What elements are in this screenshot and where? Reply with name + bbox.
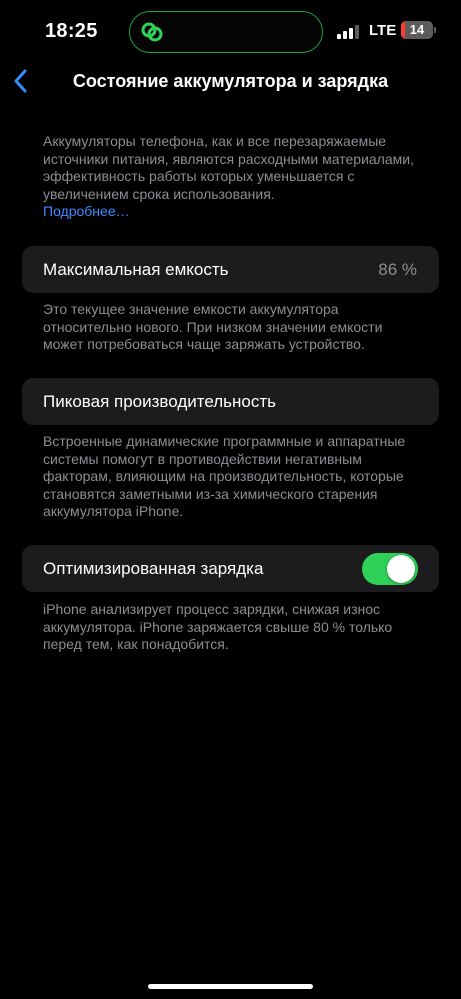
home-indicator[interactable]: [148, 984, 313, 989]
max-capacity-row: Максимальная емкость 86 %: [22, 246, 439, 293]
peak-performance-description: Встроенные динамические программные и ап…: [43, 433, 406, 519]
optimized-charging-row: Оптимизированная зарядка: [22, 545, 439, 592]
max-capacity-value: 86 %: [378, 260, 417, 279]
peak-performance-row: Пиковая производительность: [22, 378, 439, 425]
cellular-signal-icon: [337, 25, 361, 39]
peak-performance-label: Пиковая производительность: [43, 392, 277, 411]
intro-description: Аккумуляторы телефона, как и все перезар…: [43, 133, 423, 221]
optimized-charging-label: Оптимизированная зарядка: [43, 559, 264, 578]
battery-icon: 14: [401, 21, 433, 39]
battery-level: 14: [409, 22, 425, 37]
dynamic-island[interactable]: [129, 11, 323, 53]
optimized-charging-description: iPhone анализирует процесс зарядки, сниж…: [43, 601, 393, 652]
link-chain-icon: [141, 22, 163, 42]
max-capacity-description: Это текущее значение емкости аккумулятор…: [43, 301, 383, 352]
learn-more-link[interactable]: Подробнее…: [43, 203, 423, 221]
battery-cap: [434, 27, 436, 33]
optimized-charging-toggle[interactable]: [362, 553, 418, 585]
status-bar: 18:25 LTE 14: [0, 0, 461, 62]
network-type: LTE: [369, 22, 397, 39]
status-time: 18:25: [45, 20, 98, 42]
toggle-knob: [387, 555, 415, 583]
page-title: Состояние аккумулятора и зарядка: [72, 71, 389, 91]
max-capacity-label: Максимальная емкость: [43, 260, 229, 279]
intro-text: Аккумуляторы телефона, как и все перезар…: [43, 133, 414, 202]
